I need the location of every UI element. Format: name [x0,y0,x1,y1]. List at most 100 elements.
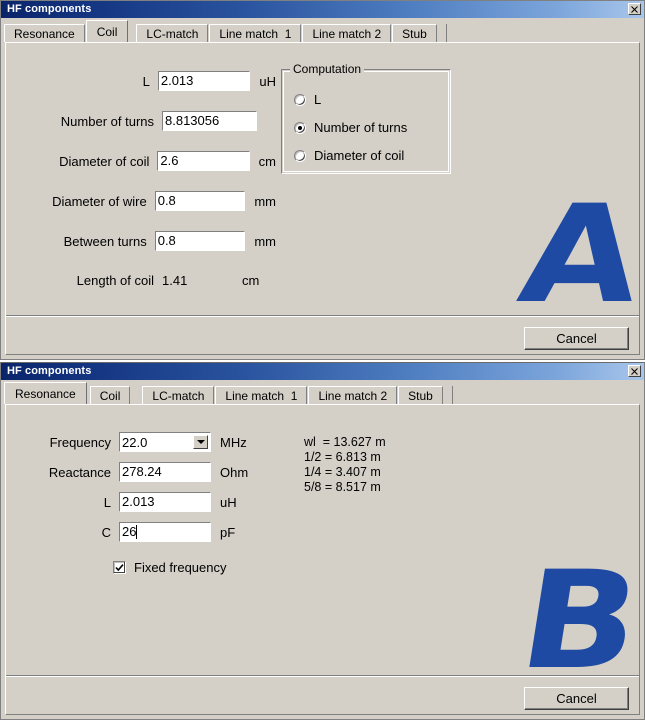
label-inductance: L [142,73,150,89]
label-number-of-turns: Number of turns [60,113,154,129]
tab-line-match-2-a[interactable]: Line match 2 [302,24,392,42]
field-row-diameter-of-coil: Diameter of coil 2.6 cm [6,150,276,172]
checkbox-fixed-frequency[interactable]: Fixed frequency [113,560,227,575]
titlebar-window-b[interactable]: HF components [1,363,644,380]
combo-frequency[interactable]: 22.0 [119,432,211,452]
unit-diameter-of-wire: mm [254,193,276,209]
checkbox-label: Fixed frequency [134,560,227,575]
tabstrip-divider [451,386,453,404]
input-inductance-b[interactable]: 2.013 [118,491,212,513]
label-diameter-of-coil: Diameter of coil [59,153,150,169]
label-inductance-b: L [103,494,111,510]
tabstrip-divider [445,24,447,42]
radio-computation-l[interactable]: L [294,92,321,107]
tab-coil-b[interactable]: Coil [89,386,131,404]
label-between-turns: Between turns [63,233,147,249]
input-capacitance[interactable]: 26 [118,521,212,543]
cancel-button-b[interactable]: Cancel [524,687,629,710]
window-title-a: HF components [7,3,92,15]
unit-reactance: Ohm [220,464,249,480]
tab-label: Line match 1 [225,388,298,403]
radio-icon [294,93,306,106]
unit-inductance: uH [259,73,276,89]
cancel-button-label: Cancel [556,331,597,346]
tab-label: Resonance [14,26,75,41]
groupbox-computation: Computation L Number of turns Diameter o… [281,62,451,174]
tab-label: Coil [99,388,121,403]
tab-label: Line match 2 [312,26,382,41]
tab-label: Coil [96,24,118,39]
input-diameter-of-wire[interactable]: 0.8 [153,190,247,212]
tab-line-match-1-b[interactable]: Line match 1 [215,386,308,404]
label-length-of-coil: Length of coil [76,273,154,288]
input-capacitance-value: 26 [122,524,137,539]
label-capacitance: C [101,524,111,540]
unit-capacitance: pF [220,524,236,540]
tab-resonance-b[interactable]: Resonance [4,382,87,404]
unit-inductance-b: uH [220,494,237,510]
text-caret [136,525,138,539]
field-row-capacitance: C 26 pF [6,521,296,543]
tabpage-resonance: Frequency 22.0 MHz Reactance 278.24 Ohm … [5,404,640,715]
titlebar-window-a[interactable]: HF components [1,1,644,18]
radio-computation-number-of-turns[interactable]: Number of turns [294,120,407,135]
tabpage-coil: L 2.013 uH Number of turns 8.813056 Diam… [5,42,640,355]
radio-icon [294,149,306,162]
field-row-number-of-turns: Number of turns 8.813056 [6,110,276,132]
tab-line-match-2-b[interactable]: Line match 2 [308,386,398,404]
combo-frequency-value: 22.0 [122,434,148,450]
tab-label: LC-match [152,388,205,403]
chevron-down-icon[interactable] [193,435,208,449]
tab-lc-match-a[interactable]: LC-match [136,24,209,42]
field-row-frequency: Frequency 22.0 MHz [6,432,296,452]
radio-label: Number of turns [314,120,408,135]
input-inductance[interactable]: 2.013 [156,70,252,92]
unit-frequency: MHz [220,434,247,450]
field-row-length-of-coil: Length of coil 1.41 cm [6,273,286,288]
tabstrip-window-a: Resonance Coil LC-match Line match 1 Lin… [4,20,641,42]
tab-stub-b[interactable]: Stub [398,386,443,404]
tab-stub-a[interactable]: Stub [392,24,437,42]
tab-label: Line match 1 [219,26,292,41]
field-row-between-turns: Between turns 0.8 mm [6,230,276,252]
groupbox-computation-title: Computation [290,62,365,76]
label-diameter-of-wire: Diameter of wire [52,193,147,209]
label-frequency: Frequency [49,434,111,450]
field-row-inductance-b: L 2.013 uH [6,491,296,513]
input-diameter-of-coil[interactable]: 2.6 [156,150,251,172]
tabstrip-window-b: Resonance Coil LC-match Line match 1 Lin… [4,382,641,404]
footer-divider-a [6,315,639,317]
value-length-of-coil: 1.41 [162,273,188,288]
radio-label: Diameter of coil [314,148,405,163]
window-hf-components-coil[interactable]: HF components Resonance Coil LC-match Li… [0,0,645,360]
input-between-turns[interactable]: 0.8 [153,230,247,252]
checkmark-icon [113,561,126,574]
radio-icon-selected [294,121,306,134]
input-number-of-turns[interactable]: 8.813056 [161,110,258,132]
tab-label: LC-match [146,26,199,41]
tab-label: Line match 2 [318,388,388,403]
tab-label: Stub [408,388,433,403]
tab-label: Resonance [15,386,76,401]
close-icon[interactable] [628,3,641,15]
tab-coil-a[interactable]: Coil [85,20,129,42]
tab-label: Stub [402,26,427,41]
input-reactance[interactable]: 278.24 [118,461,212,483]
tab-resonance-a[interactable]: Resonance [4,24,85,42]
window-hf-components-resonance[interactable]: HF components Resonance Coil LC-match Li… [0,362,645,720]
close-icon[interactable] [628,365,641,377]
cancel-button-label: Cancel [556,691,597,706]
field-row-diameter-of-wire: Diameter of wire 0.8 mm [6,190,276,212]
footer-divider-b [6,675,639,677]
cancel-button-a[interactable]: Cancel [524,327,629,350]
tab-lc-match-b[interactable]: LC-match [142,386,215,404]
radio-label: L [314,92,322,107]
field-row-reactance: Reactance 278.24 Ohm [6,461,296,483]
field-row-inductance: L 2.013 uH [6,70,276,92]
window-title-b: HF components [7,365,92,377]
unit-length-of-coil: cm [242,273,260,288]
unit-between-turns: mm [254,233,276,249]
radio-computation-diameter-of-coil[interactable]: Diameter of coil [294,148,404,163]
tab-line-match-1-a[interactable]: Line match 1 [209,24,302,42]
label-reactance: Reactance [48,464,111,480]
